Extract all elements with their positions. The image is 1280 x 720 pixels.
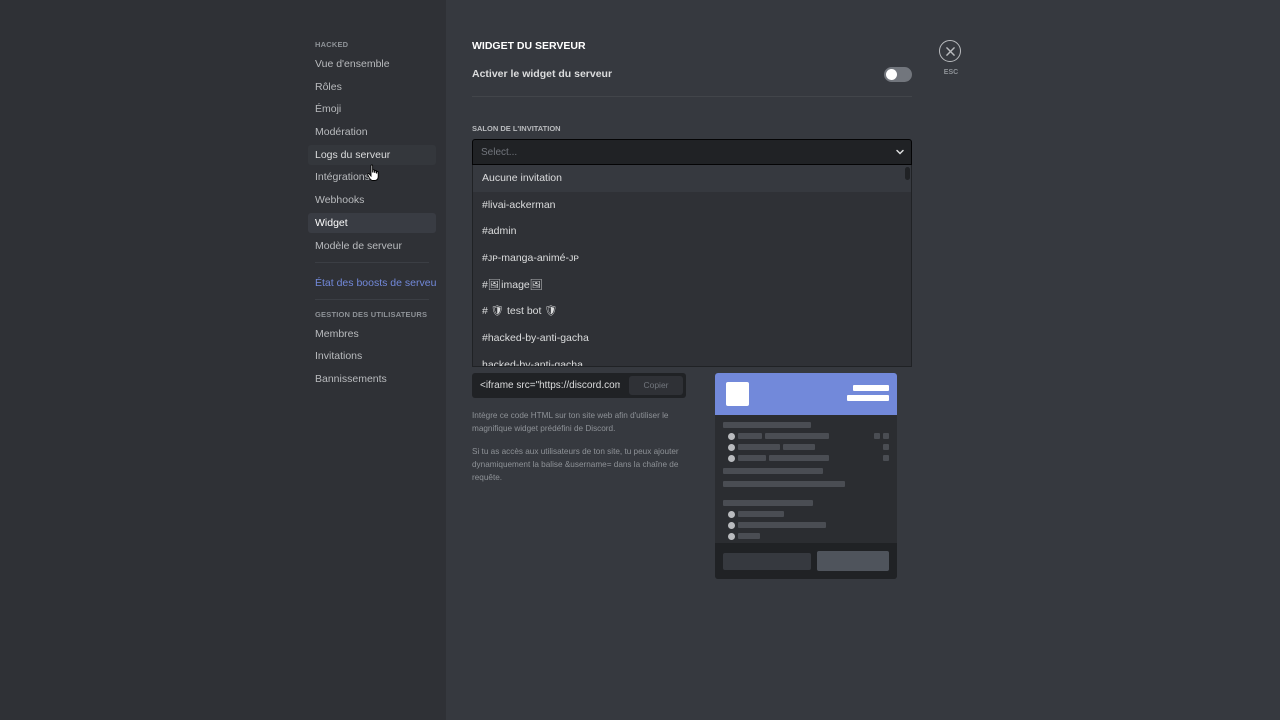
sidebar-item-bans[interactable]: Bannissements (308, 369, 436, 389)
preview-input-placeholder (723, 553, 811, 570)
preview-placeholder-bar (738, 455, 766, 461)
sidebar-divider (315, 261, 429, 263)
widget-toggle[interactable] (884, 67, 912, 82)
preview-placeholder-bar (723, 481, 845, 487)
preview-placeholder-bar (769, 455, 829, 461)
sidebar-item-webhooks[interactable]: Webhooks (308, 190, 436, 210)
sidebar-item-moderation[interactable]: Modération (308, 122, 436, 142)
preview-placeholder-bar (765, 433, 829, 439)
preview-header (715, 373, 897, 415)
preview-placeholder-bar (883, 433, 889, 439)
preview-placeholder-bar (723, 500, 813, 506)
close-icon (945, 46, 955, 56)
esc-label: ESC (943, 69, 959, 76)
toggle-knob (886, 69, 897, 80)
preview-button-placeholder (817, 551, 889, 571)
invite-channel-select[interactable]: Select... (472, 139, 912, 165)
widget-help-text: Intègre ce code HTML sur ton site web af… (472, 411, 669, 433)
widget-preview (715, 373, 897, 579)
preview-placeholder-bar (723, 422, 811, 428)
sidebar-item-roles[interactable]: Rôles (308, 77, 436, 97)
dropdown-option[interactable]: #ᴊᴘ-manga-animé-ᴊᴘ (473, 245, 911, 272)
preview-status-dot (728, 433, 735, 440)
invite-channel-dropdown: Aucune invitation #livai-ackerman #admin… (472, 165, 912, 367)
dropdown-option[interactable]: # 🛡 test bot 🛡 (473, 298, 911, 325)
hand-cursor-icon (367, 164, 379, 181)
sidebar-nav: HACKED Vue d'ensemble Rôles Émoji Modéra… (308, 40, 436, 392)
preview-placeholder-bar (738, 433, 762, 439)
dropdown-option[interactable]: #hacked-by-anti-gacha (473, 325, 911, 352)
chevron-down-icon (896, 149, 904, 155)
dropdown-option[interactable]: #admin (473, 218, 911, 245)
preview-status-dot (728, 455, 735, 462)
preview-placeholder-bar (883, 444, 889, 450)
dropdown-option[interactable]: Aucune invitation (473, 165, 911, 192)
page-title: WIDGET DU SERVEUR (472, 40, 586, 52)
dropdown-option[interactable]: #🖼image🖼 (473, 272, 911, 299)
preview-placeholder-bar (847, 395, 889, 401)
preview-status-dot (728, 511, 735, 518)
sidebar-item-widget[interactable]: Widget (308, 212, 436, 233)
preview-placeholder-bar (874, 433, 880, 439)
sidebar-item-audit-log[interactable]: Logs du serveur (308, 144, 436, 165)
dropdown-scrollbar[interactable] (905, 167, 910, 180)
close-button[interactable] (939, 40, 961, 62)
sidebar-item-server-template[interactable]: Modèle de serveur (308, 236, 436, 256)
user-management-header: GESTION DES UTILISATEURS (315, 309, 428, 319)
preview-placeholder-bar (883, 455, 889, 461)
preview-placeholder-bar (738, 522, 826, 528)
preview-footer (715, 543, 897, 579)
section-divider (472, 96, 912, 97)
widget-code-box: <iframe src="https://discord.com/widget?… (472, 373, 686, 398)
settings-sidebar: HACKED Vue d'ensemble Rôles Émoji Modéra… (0, 0, 446, 720)
preview-status-dot (728, 444, 735, 451)
sidebar-item-overview[interactable]: Vue d'ensemble (308, 54, 436, 74)
sidebar-item-emoji[interactable]: Émoji (308, 99, 436, 119)
sidebar-item-invites[interactable]: Invitations (308, 346, 436, 366)
username-help-text: Si tu as accès aux utilisateurs de ton s… (472, 447, 679, 482)
preview-placeholder-bar (738, 533, 760, 539)
widget-code-input[interactable]: <iframe src="https://discord.com/widget?… (480, 380, 620, 391)
dropdown-option[interactable]: hacked-by-anti-gacha (473, 352, 911, 366)
invite-channel-label: SALON DE L'INVITATION (472, 124, 561, 133)
widget-toggle-label: Activer le widget du serveur (472, 68, 613, 80)
preview-status-dot (728, 533, 735, 540)
server-name-header: HACKED (315, 40, 349, 49)
preview-placeholder-bar (853, 385, 889, 391)
preview-placeholder-bar (723, 468, 823, 474)
sidebar-divider (315, 298, 429, 300)
select-placeholder: Select... (481, 147, 518, 158)
copy-button[interactable]: Copier (629, 376, 683, 395)
preview-placeholder-bar (738, 444, 780, 450)
preview-status-dot (728, 522, 735, 529)
sidebar-item-boost-status[interactable]: État des boosts de serveur (308, 273, 436, 293)
dropdown-option[interactable]: #livai-ackerman (473, 192, 911, 219)
sidebar-item-members[interactable]: Membres (308, 324, 436, 344)
discord-logo-icon (726, 382, 749, 406)
preview-placeholder-bar (783, 444, 815, 450)
preview-placeholder-bar (738, 511, 784, 517)
